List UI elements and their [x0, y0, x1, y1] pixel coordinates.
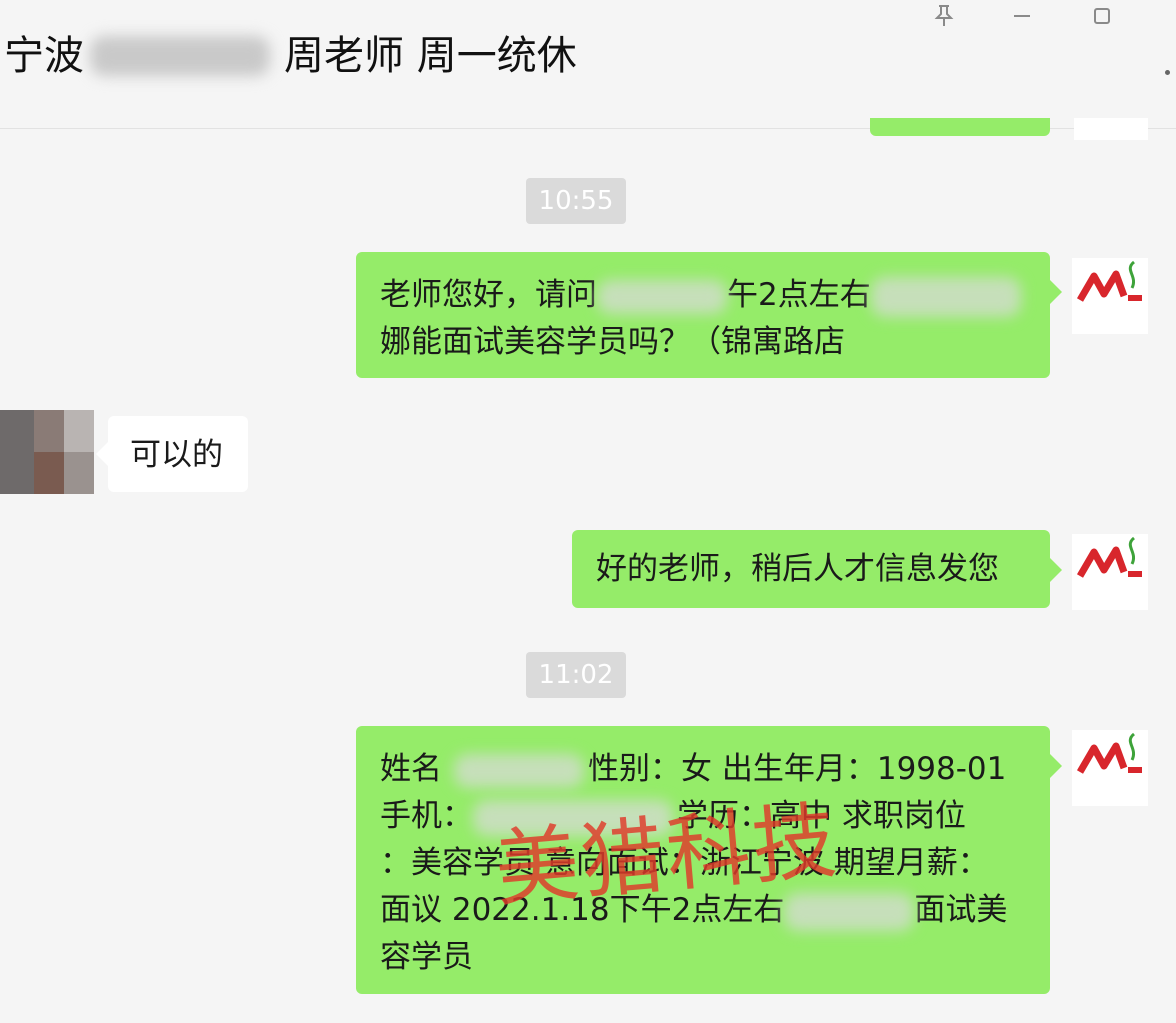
message-text: 午2点左右: [727, 277, 871, 313]
blurred-text: [870, 276, 1021, 317]
contact-avatar[interactable]: [0, 410, 94, 494]
message-text: 老师您好，请问: [380, 277, 597, 313]
my-avatar[interactable]: [1072, 730, 1148, 806]
ml-logo-icon: [1076, 260, 1142, 302]
message-text: 娜能面试美容学员吗？（锦寓路店: [380, 324, 845, 360]
my-message-bubble[interactable]: 好的老师，稍后人才信息发您: [572, 530, 1062, 608]
chat-title-prefix: 宁波: [4, 33, 84, 79]
ml-logo-icon: [1076, 536, 1142, 578]
message-text: 好的老师，稍后人才信息发您: [596, 551, 999, 587]
my-avatar[interactable]: [1072, 258, 1148, 334]
minimize-icon[interactable]: [1002, 0, 1042, 32]
more-dot[interactable]: [1165, 70, 1170, 75]
previous-avatar: [1074, 118, 1148, 140]
blurred-text: [454, 753, 584, 788]
pin-icon[interactable]: [924, 0, 964, 32]
timestamp: 11:02: [526, 652, 626, 698]
chat-title-main: 周老师 周一统休: [284, 33, 577, 79]
maximize-icon[interactable]: [1082, 0, 1122, 32]
blurred-text: [597, 279, 727, 314]
contact-message-bubble[interactable]: 可以的: [96, 416, 248, 492]
my-avatar[interactable]: [1072, 534, 1148, 610]
chat-header: 宁波 周老师 周一统休: [0, 0, 1176, 129]
message-text: 容学员: [380, 939, 473, 975]
previous-message-bubble: [870, 118, 1050, 136]
message-text: 姓名: [380, 751, 442, 787]
message-line: 老师您好，请问 午2点左右: [380, 272, 1026, 319]
message-text: 可以的: [130, 437, 223, 473]
timestamp: 10:55: [526, 178, 626, 224]
blurred-name: [90, 36, 270, 76]
message-text: 手机：: [380, 798, 473, 834]
ml-logo-icon: [1076, 732, 1142, 774]
chat-title: 宁波 周老师 周一统休: [4, 28, 577, 84]
my-message-bubble[interactable]: 老师您好，请问 午2点左右 娜能面试美容学员吗？（锦寓路店: [356, 252, 1062, 378]
message-text: 面试美: [914, 892, 1008, 928]
blurred-text: [784, 892, 915, 931]
